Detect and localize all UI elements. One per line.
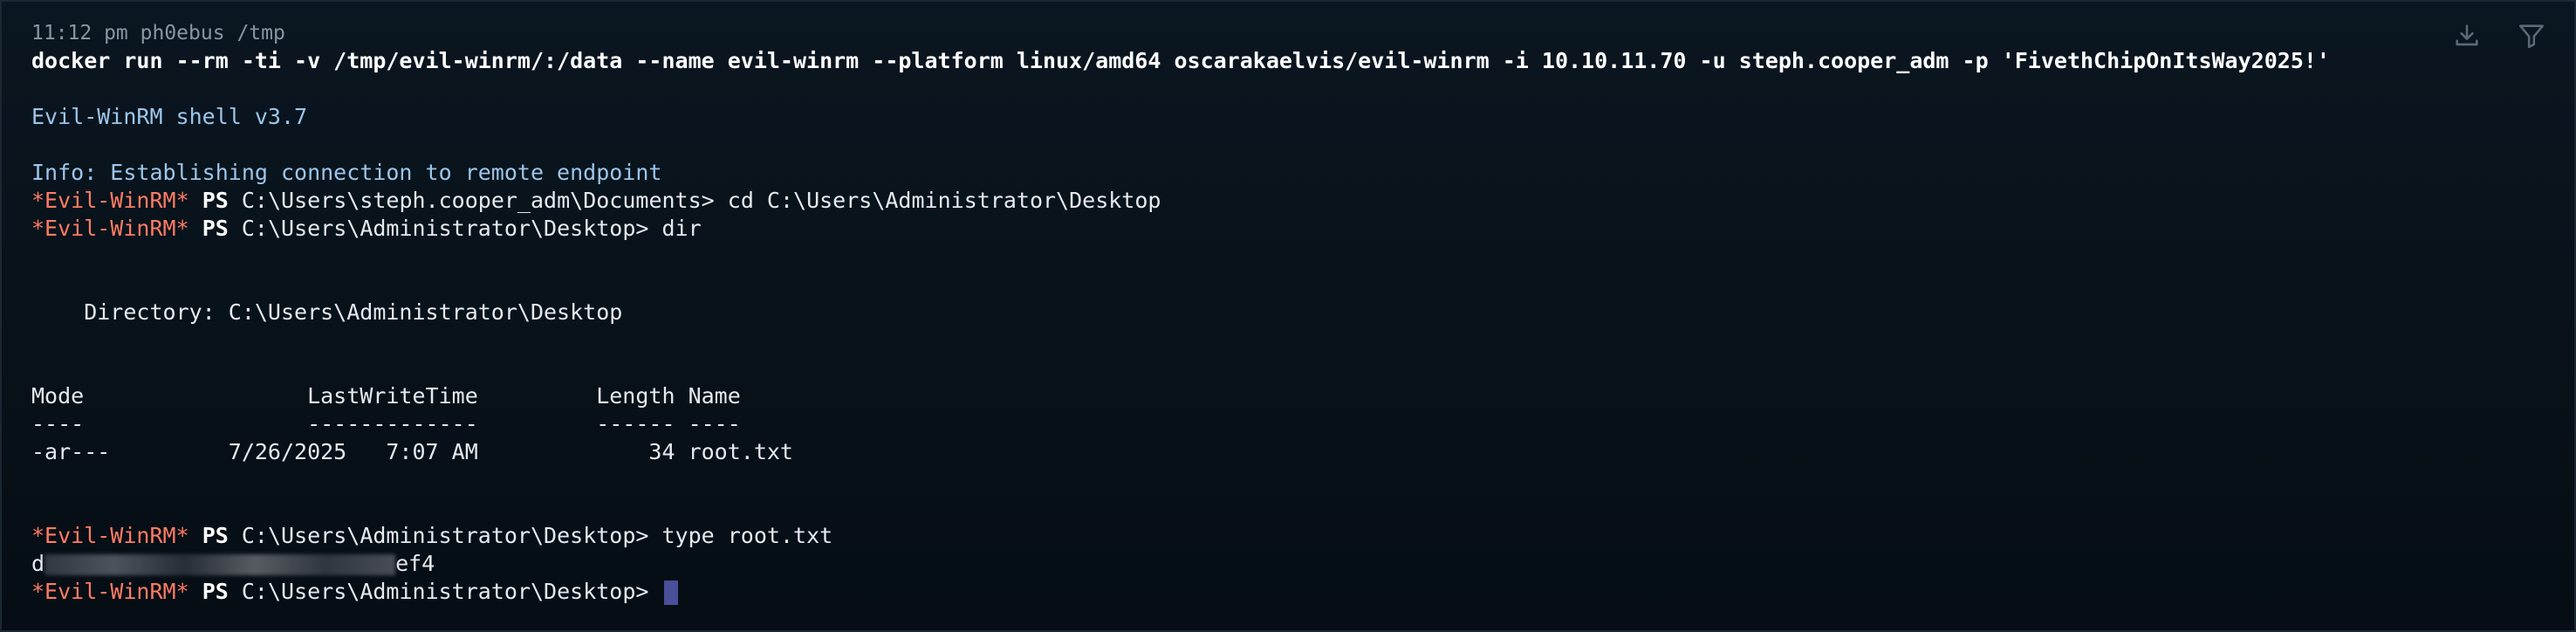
ps-label: PS (202, 579, 229, 604)
listing-header: Mode LastWriteTime Length Name (31, 383, 741, 409)
banner-text: Evil-WinRM shell v3.7 (31, 104, 308, 129)
prompt-path: C:\Users\steph.cooper_adm\Documents> (241, 188, 715, 213)
prompt-line: *Evil-WinRM* PS C:\Users\steph.cooper_ad… (31, 187, 2470, 215)
prompt-name: *Evil-WinRM* (31, 523, 189, 548)
prompt-line: *Evil-WinRM* PS C:\Users\Administrator\D… (31, 215, 2470, 243)
prompt-name: *Evil-WinRM* (31, 579, 189, 604)
listing-rule: ---- ------------- ------ ---- (31, 411, 741, 436)
prompt-input: cd C:\Users\Administrator\Desktop (714, 188, 1161, 213)
redacted-region (45, 554, 396, 575)
flag-prefix: d (31, 551, 45, 576)
terminal-output[interactable]: 11:12 pm ph0ebus /tmp docker run --rm -t… (31, 19, 2470, 606)
ps-label: PS (202, 216, 229, 241)
prompt-path: C:\Users\Administrator\Desktop> (241, 523, 649, 548)
header-user: ph0ebus (140, 22, 225, 45)
prompt-line: *Evil-WinRM* PS C:\Users\Administrator\D… (31, 522, 2470, 550)
prompt-input: type root.txt (648, 523, 833, 548)
prompt-path: C:\Users\Administrator\Desktop> (241, 216, 649, 241)
prompt-name: *Evil-WinRM* (31, 188, 189, 213)
flag-output: d ef4 (31, 550, 2470, 578)
prompt-name: *Evil-WinRM* (31, 216, 189, 241)
flag-suffix: ef4 (395, 551, 435, 576)
prompt-input (648, 579, 661, 604)
block-header: 11:12 pm ph0ebus /tmp (31, 19, 2470, 47)
terminal-window[interactable]: 11:12 pm ph0ebus /tmp docker run --rm -t… (0, 0, 2576, 632)
text-cursor[interactable] (663, 580, 678, 605)
listing-row: -ar--- 7/26/2025 7:07 AM 34 root.txt (31, 439, 793, 464)
header-time: 11:12 pm (31, 22, 128, 45)
directory-line: Directory: C:\Users\Administrator\Deskto… (31, 299, 623, 325)
prompt-path: C:\Users\Administrator\Desktop> (241, 579, 649, 604)
prompt-line: *Evil-WinRM* PS C:\Users\Administrator\D… (31, 578, 2470, 606)
docker-command: docker run --rm -ti -v /tmp/evil-winrm/:… (31, 48, 2330, 73)
info-text: Info: Establishing connection to remote … (31, 160, 662, 185)
filter-icon[interactable] (2517, 21, 2546, 51)
ps-label: PS (202, 188, 229, 213)
header-cwd: /tmp (236, 22, 285, 45)
ps-label: PS (202, 523, 229, 548)
prompt-input: dir (648, 216, 702, 241)
